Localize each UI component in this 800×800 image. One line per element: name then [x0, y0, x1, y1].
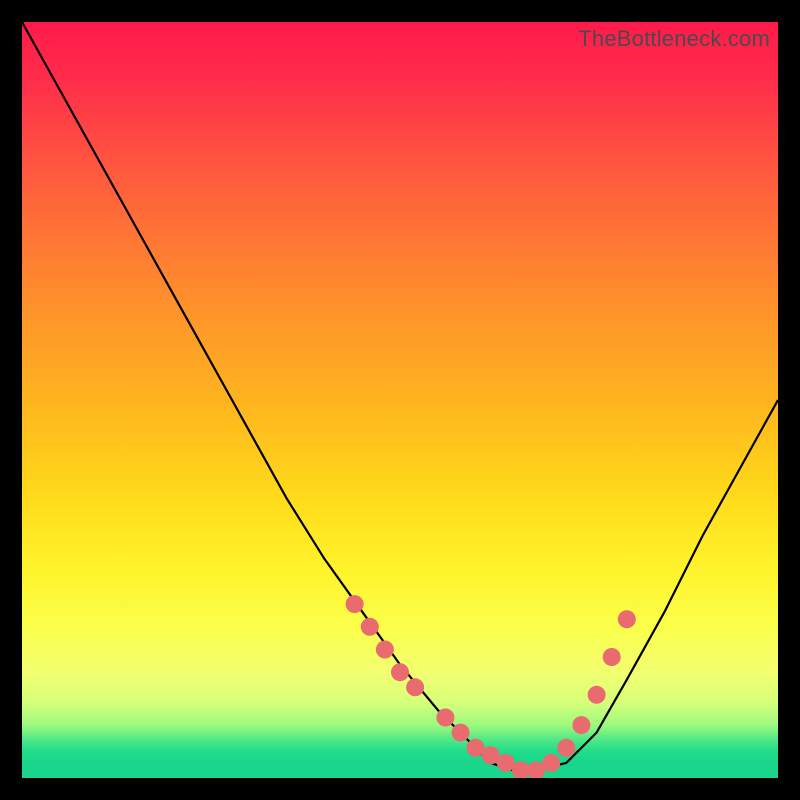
- curve-marker: [452, 724, 470, 742]
- curve-marker: [572, 716, 590, 734]
- curve-marker: [391, 663, 409, 681]
- curve-marker: [603, 648, 621, 666]
- curve-marker: [361, 618, 379, 636]
- curve-marker: [557, 739, 575, 757]
- curve-marker: [346, 595, 364, 613]
- curve-marker: [436, 709, 454, 727]
- curve-svg: [22, 22, 778, 778]
- curve-marker: [618, 610, 636, 628]
- curve-marker: [542, 754, 560, 772]
- marker-group: [346, 595, 636, 778]
- curve-marker: [406, 678, 424, 696]
- chart-frame: TheBottleneck.com: [0, 0, 800, 800]
- plot-area: TheBottleneck.com: [22, 22, 778, 778]
- curve-marker: [376, 641, 394, 659]
- curve-marker: [588, 686, 606, 704]
- bottleneck-curve: [22, 22, 778, 770]
